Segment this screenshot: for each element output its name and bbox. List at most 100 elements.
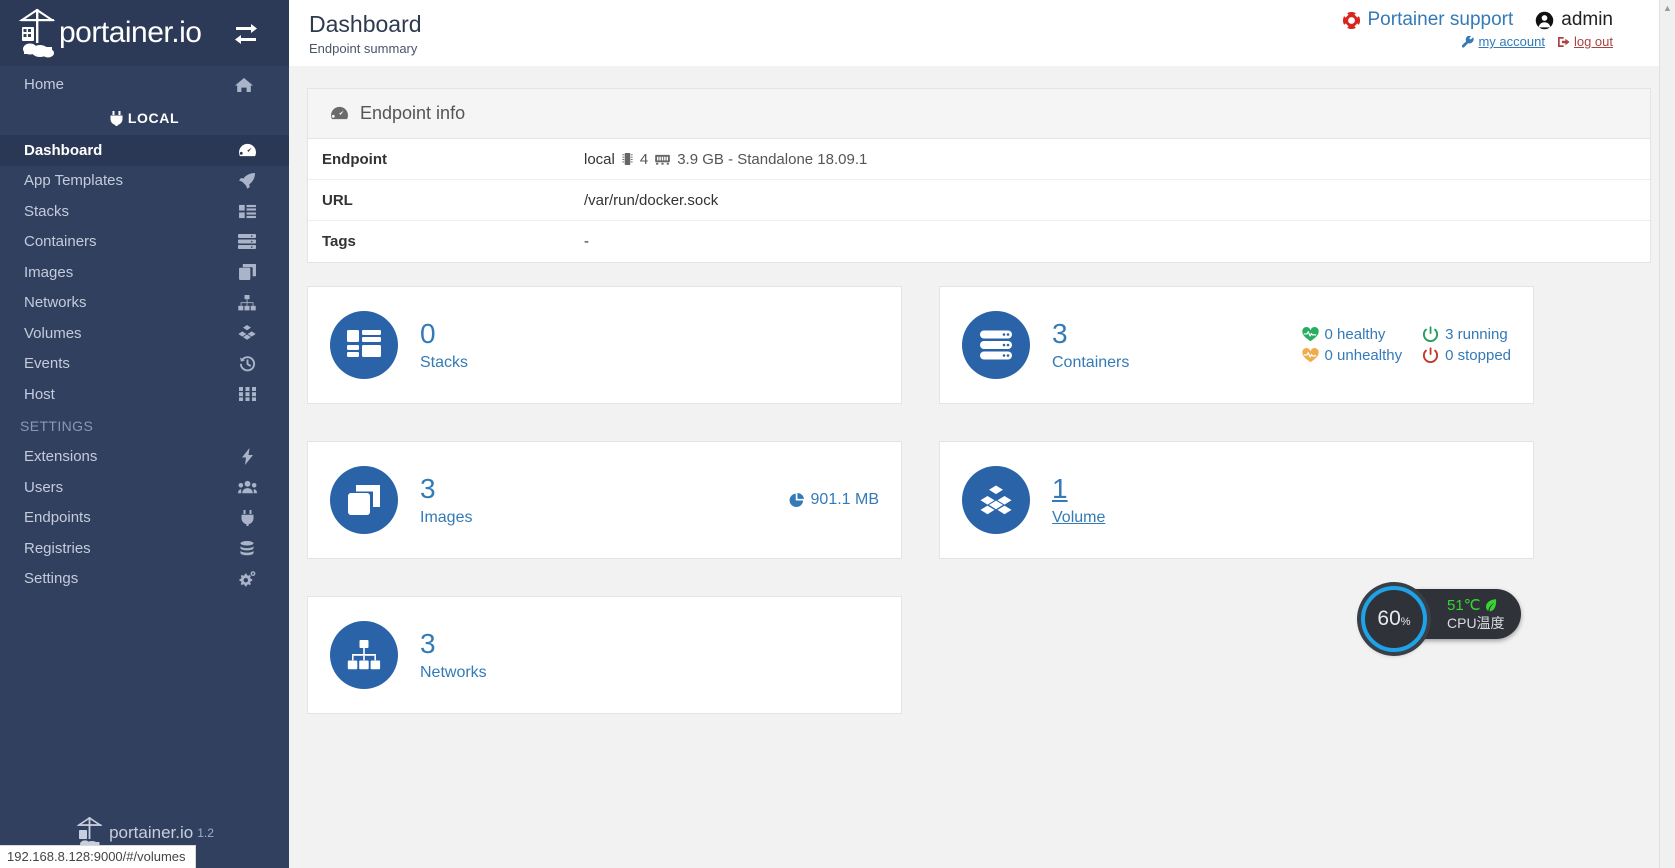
sidebar-item-label: Settings [24, 570, 79, 588]
wrench-icon [1462, 35, 1475, 48]
sidebar-item-label: Registries [24, 539, 91, 557]
sidebar-item-app-templates[interactable]: App Templates [0, 166, 289, 197]
images-card[interactable]: 3 Images 901.1 MB [307, 441, 902, 559]
sidebar-item-label: Images [24, 263, 74, 281]
sidebar: portainer.io Home LOCAL Dashboard App Te… [0, 0, 289, 868]
my-account-link[interactable]: my account [1462, 34, 1545, 49]
pie-chart-icon [789, 492, 804, 507]
sidebar-toggle-icon[interactable] [233, 20, 259, 46]
user-circle-icon [1536, 11, 1554, 29]
heartbeat-icon [1301, 327, 1319, 342]
cpu-widget-caption: CPU温度 [1447, 615, 1505, 631]
scroll-up-arrow[interactable]: ▲ [1660, 0, 1675, 13]
home-icon [235, 77, 253, 93]
portainer-support-link[interactable]: Portainer support [1342, 9, 1513, 31]
sidebar-item-networks[interactable]: Networks [0, 288, 289, 319]
images-size: 901.1 MB [789, 491, 879, 509]
status-text: 0 unhealthy [1324, 347, 1403, 364]
sidebar-item-label: Host [24, 385, 55, 403]
sidebar-item-containers[interactable]: Containers [0, 227, 289, 258]
status-text: 0 stopped [1445, 347, 1511, 364]
leaf-icon [1485, 599, 1496, 612]
sidebar-item-label: Events [24, 355, 70, 373]
container-status-grid: 0 healthy 3 running 0 unhealthy 0 stoppe… [1301, 326, 1511, 364]
footer-brand: portainer.io [109, 823, 194, 842]
logout-label: log out [1573, 34, 1613, 49]
tachometer-icon [330, 105, 349, 122]
cpu-temperature-widget[interactable]: 51℃ CPU温度 60% [1361, 586, 1521, 652]
endpoint-info-panel: Endpoint info Endpoint local 4 3.9 GB - … [307, 88, 1651, 263]
cpu-icon [622, 152, 633, 166]
card-label: Stacks [420, 354, 469, 371]
sidebar-item-images[interactable]: Images [0, 257, 289, 288]
stacks-icon [330, 311, 398, 379]
bolt-icon [237, 448, 257, 466]
cpu-count: 4 [639, 150, 649, 168]
user-menu[interactable]: admin [1535, 9, 1613, 31]
sidebar-item-registries[interactable]: Registries [0, 533, 289, 564]
volumes-icon [237, 324, 257, 342]
row-value: /var/run/docker.sock [584, 191, 719, 209]
sidebar-item-volumes[interactable]: Volumes [0, 318, 289, 349]
sidebar-section-settings: SETTINGS [20, 417, 94, 434]
endpoint-name: local [584, 150, 615, 168]
brand-logo[interactable]: portainer.io [16, 7, 202, 59]
card-label: Volume [1052, 509, 1106, 526]
cpu-usage-value: 60% [1377, 607, 1411, 630]
sidebar-item-label: Users [24, 478, 64, 496]
sidebar-item-stacks[interactable]: Stacks [0, 196, 289, 227]
logout-link[interactable]: log out [1557, 34, 1613, 49]
sidebar-item-home[interactable]: Home [0, 66, 289, 103]
card-count: 3 [420, 473, 436, 504]
main-area: Dashboard Endpoint summary Portainer sup… [289, 0, 1675, 868]
status-stopped: 0 stopped [1422, 347, 1511, 364]
card-count: 3 [420, 628, 436, 659]
status-healthy: 0 healthy [1301, 326, 1403, 343]
sidebar-nav-list: Dashboard App Templates Stacks Container… [0, 133, 289, 594]
top-right-controls: Portainer support admin my account log o… [1342, 9, 1613, 49]
heartbeat-icon [1301, 348, 1319, 363]
plug-icon [110, 110, 123, 126]
database-icon [237, 539, 257, 557]
logout-icon [1557, 36, 1570, 47]
status-unhealthy: 0 unhealthy [1301, 347, 1403, 364]
sidebar-item-settings[interactable]: Settings [0, 564, 289, 595]
sidebar-item-extensions[interactable]: Extensions [0, 442, 289, 473]
endpoint-info-header: Endpoint info [308, 89, 1650, 139]
card-label: Networks [420, 664, 487, 681]
url-row: URL /var/run/docker.sock [308, 180, 1650, 221]
sidebar-item-label: Containers [24, 233, 97, 251]
networks-icon [330, 621, 398, 689]
sidebar-item-endpoints[interactable]: Endpoints [0, 503, 289, 534]
containers-card[interactable]: 3 Containers 0 healthy 3 running 0 unhea… [939, 286, 1534, 404]
sidebar-item-users[interactable]: Users [0, 472, 289, 503]
stacks-card[interactable]: 0 Stacks [307, 286, 902, 404]
volumes-card[interactable]: 1 Volume [939, 441, 1534, 559]
portainer-crane-logo-icon [18, 8, 56, 58]
sidebar-item-host[interactable]: Host [0, 379, 289, 410]
containers-icon [962, 311, 1030, 379]
vertical-scrollbar[interactable]: ▲ [1659, 0, 1675, 868]
cpu-temp-value: 51℃ [1447, 597, 1481, 614]
card-count: 3 [1052, 318, 1068, 349]
dashboard-cards: 0 Stacks 3 Containers 0 healthy 3 runnin… [307, 286, 1651, 714]
gears-icon [237, 570, 257, 588]
status-url: 192.168.8.128:9000/#/volumes [7, 849, 186, 864]
sidebar-item-events[interactable]: Events [0, 349, 289, 380]
sidebar-item-label: Home [24, 76, 65, 93]
history-icon [237, 355, 257, 373]
my-account-label: my account [1478, 34, 1545, 49]
sidebar-item-label: Extensions [24, 448, 98, 466]
networks-card[interactable]: 3 Networks [307, 596, 902, 714]
dashboard-icon [237, 141, 257, 159]
sidebar-item-label: Stacks [24, 202, 70, 220]
host-grid-icon [237, 385, 257, 403]
row-key: Tags [322, 233, 356, 250]
sidebar-item-dashboard[interactable]: Dashboard [0, 135, 289, 166]
environment-indicator: LOCAL [0, 103, 289, 133]
cpu-temperature-reading: 51℃ [1447, 597, 1505, 614]
endpoint-row: Endpoint local 4 3.9 GB - Standalone 18.… [308, 139, 1650, 180]
sidebar-item-label: Dashboard [24, 141, 103, 159]
status-text: 3 running [1445, 326, 1508, 343]
browser-status-bar: 192.168.8.128:9000/#/volumes [0, 845, 196, 868]
